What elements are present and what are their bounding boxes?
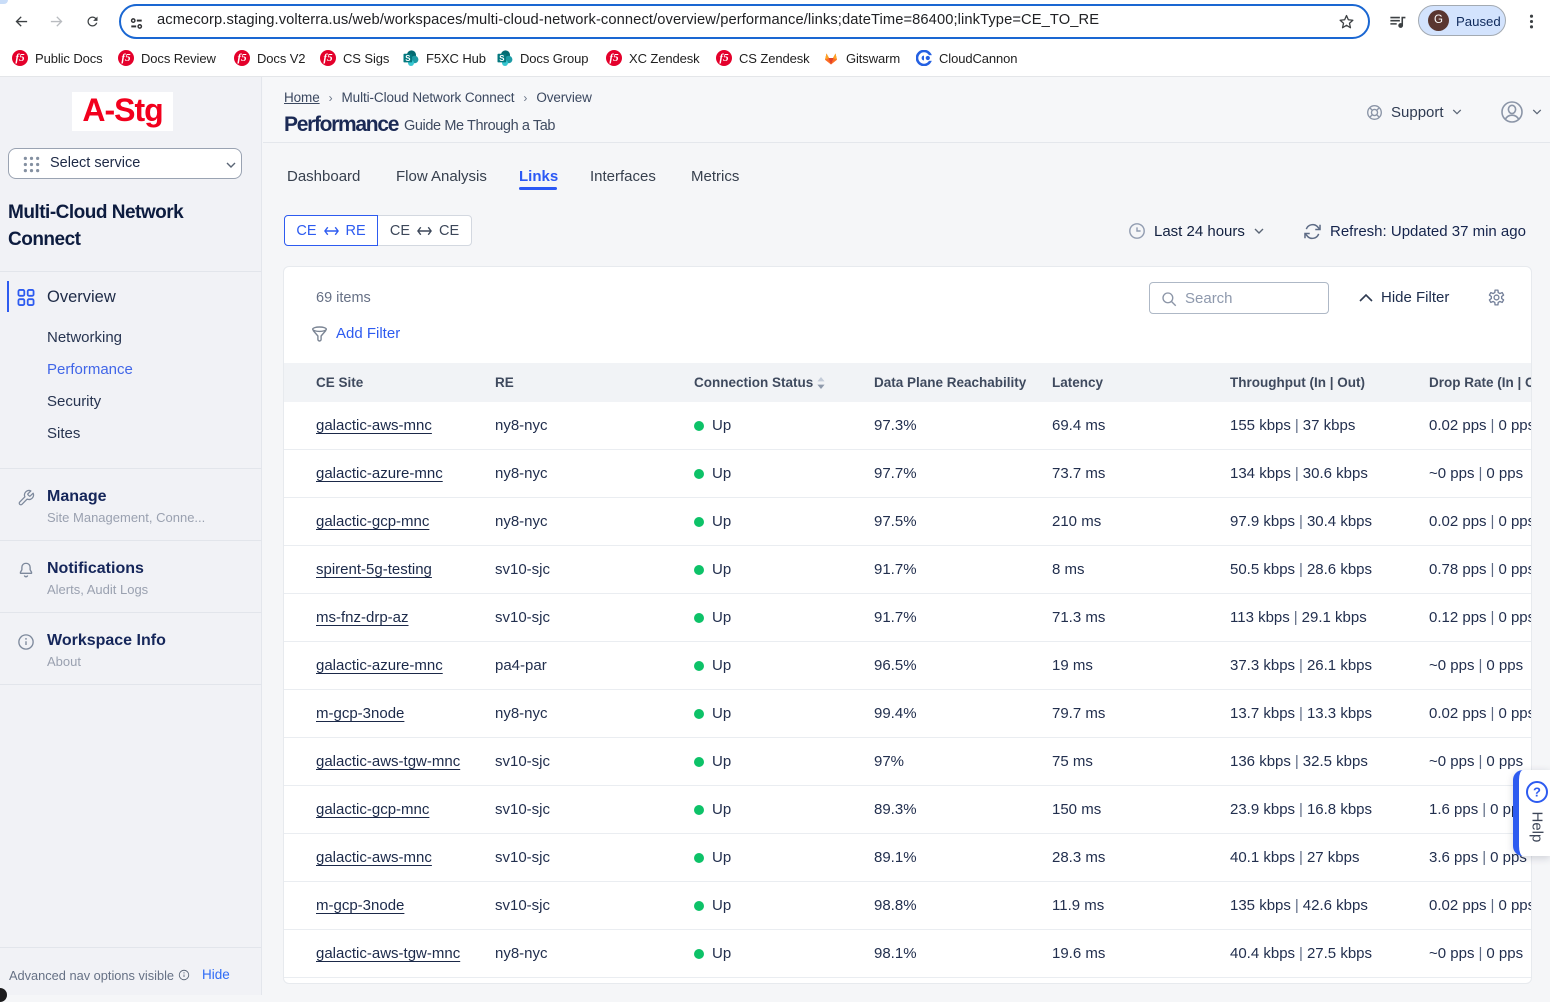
svg-text:S: S [499, 54, 504, 63]
svg-text:?: ? [1533, 785, 1541, 800]
svg-text:S: S [405, 54, 410, 63]
